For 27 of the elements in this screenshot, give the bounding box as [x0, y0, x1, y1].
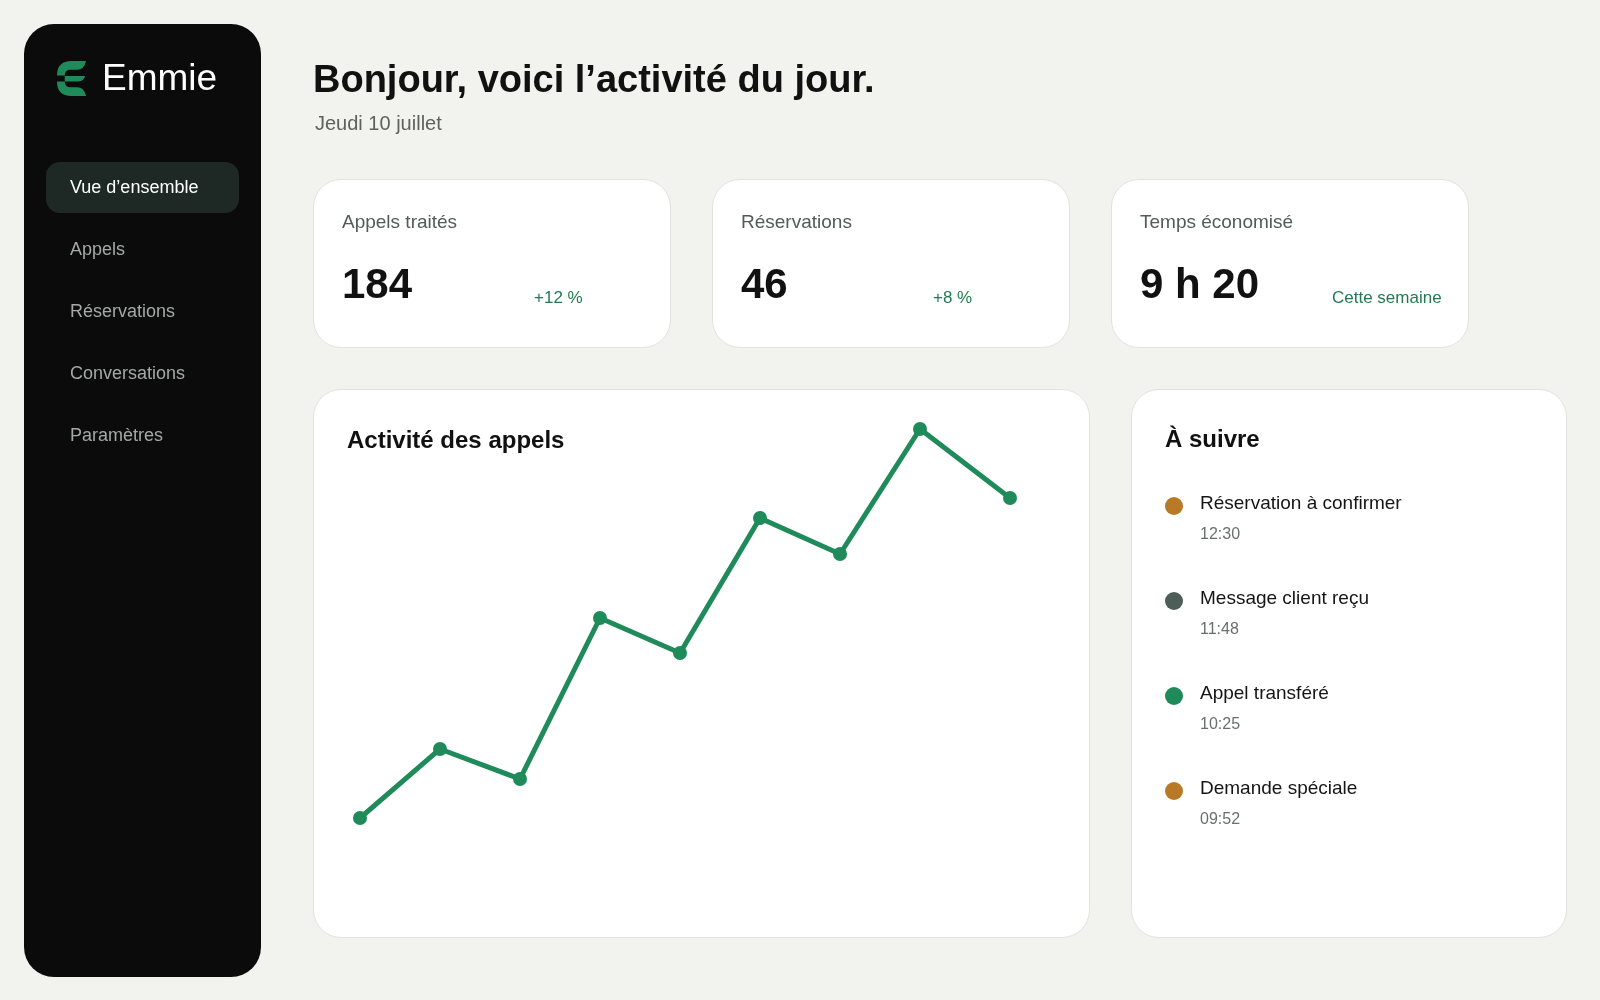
nav-item[interactable]: Paramètres — [46, 410, 239, 461]
follow-up-item-time: 10:25 — [1200, 714, 1241, 734]
follow-up-item-title: Message client reçu — [1200, 586, 1369, 610]
follow-up-item-time: 09:52 — [1200, 809, 1241, 829]
nav-item[interactable]: Réservations — [46, 286, 239, 337]
stat-note: Cette semaine — [1332, 288, 1442, 308]
nav-item[interactable]: Appels — [46, 224, 239, 275]
brand-name: Emmie — [102, 58, 218, 98]
stat-value: 9 h 20 — [1140, 260, 1260, 307]
follow-up-item-time: 11:48 — [1200, 619, 1239, 639]
stat-note: +8 % — [933, 288, 973, 308]
date-subtitle: Jeudi 10 juillet — [315, 111, 442, 136]
nav-item[interactable]: Vue d’ensemble — [46, 162, 239, 213]
stat-note: +12 % — [534, 288, 583, 308]
nav-item[interactable]: Conversations — [46, 348, 239, 399]
stat-label: Réservations — [741, 211, 852, 233]
follow-up-item-time: 12:30 — [1200, 524, 1241, 544]
page-title: Bonjour, voici l’activité du jour. — [313, 57, 875, 102]
stat-label: Temps économisé — [1140, 211, 1294, 233]
logo-icon — [56, 58, 87, 98]
follow-up-title: À suivre — [1165, 425, 1260, 453]
follow-up-item-title: Réservation à confirmer — [1200, 491, 1402, 515]
stat-value: 184 — [342, 260, 413, 307]
follow-up-item-title: Appel transféré — [1200, 681, 1329, 705]
follow-up-item-title: Demande spéciale — [1200, 776, 1358, 800]
stat-label: Appels traités — [342, 211, 458, 233]
stat-value: 46 — [741, 260, 788, 307]
